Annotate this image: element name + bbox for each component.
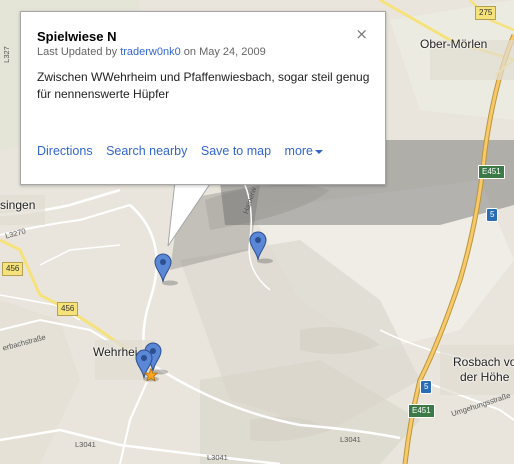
motorway-shield-a5-top: 5	[486, 208, 499, 222]
road-label-left-fragment: L327	[1, 46, 11, 63]
more-link[interactable]: more	[284, 144, 324, 158]
e-road-shield-e451-bottom: E451	[408, 404, 435, 418]
road-label-l3041-c: L3041	[340, 435, 361, 444]
meta-prefix: Last Updated by	[37, 46, 118, 58]
e-road-shield-e451-top: E451	[478, 165, 505, 179]
directions-link[interactable]: Directions	[37, 144, 93, 158]
road-shield-275: 275	[475, 6, 497, 20]
save-to-map-link[interactable]: Save to map	[201, 144, 271, 158]
motorway-shield-a5-bottom: 5	[420, 380, 433, 394]
selected-placemark-icon[interactable]	[154, 252, 178, 286]
infowindow-meta: Last Updated by traderw0nk0 on May 24, 2…	[37, 46, 266, 58]
placemark-east-icon[interactable]	[249, 230, 273, 264]
close-icon[interactable]: ×	[355, 27, 368, 42]
place-label-ober-morlen: Ober-Mörlen	[420, 37, 488, 51]
author-link[interactable]: traderw0nk0	[120, 46, 181, 58]
road-shield-456-b: 456	[2, 262, 24, 276]
chevron-down-icon	[315, 149, 324, 154]
meta-date: on May 24, 2009	[183, 46, 266, 58]
star-marker-icon[interactable]	[144, 368, 158, 382]
infowindow-title: Spielwiese N	[37, 29, 117, 44]
more-label: more	[284, 144, 314, 158]
infowindow-description: Zwischen WWehrheim und Pfaffenwiesbach, …	[37, 70, 370, 101]
infowindow-actions: Directions Search nearby Save to map mor…	[37, 144, 333, 158]
search-nearby-link[interactable]: Search nearby	[106, 144, 187, 158]
place-label-singen: singen	[0, 198, 36, 212]
road-shield-456-a: 456	[57, 302, 79, 316]
place-label-der-hohe: der Höhe	[460, 370, 510, 384]
place-label-rosbach: Rosbach vo	[453, 355, 514, 369]
infowindow-tail	[167, 180, 214, 247]
road-label-l3041-b: L3041	[207, 453, 228, 462]
place-label-wehrheim: Wehrhei	[93, 345, 138, 359]
road-label-l3041-a: L3041	[75, 440, 96, 449]
infowindow: Spielwiese N × Last Updated by traderw0n…	[20, 11, 386, 185]
